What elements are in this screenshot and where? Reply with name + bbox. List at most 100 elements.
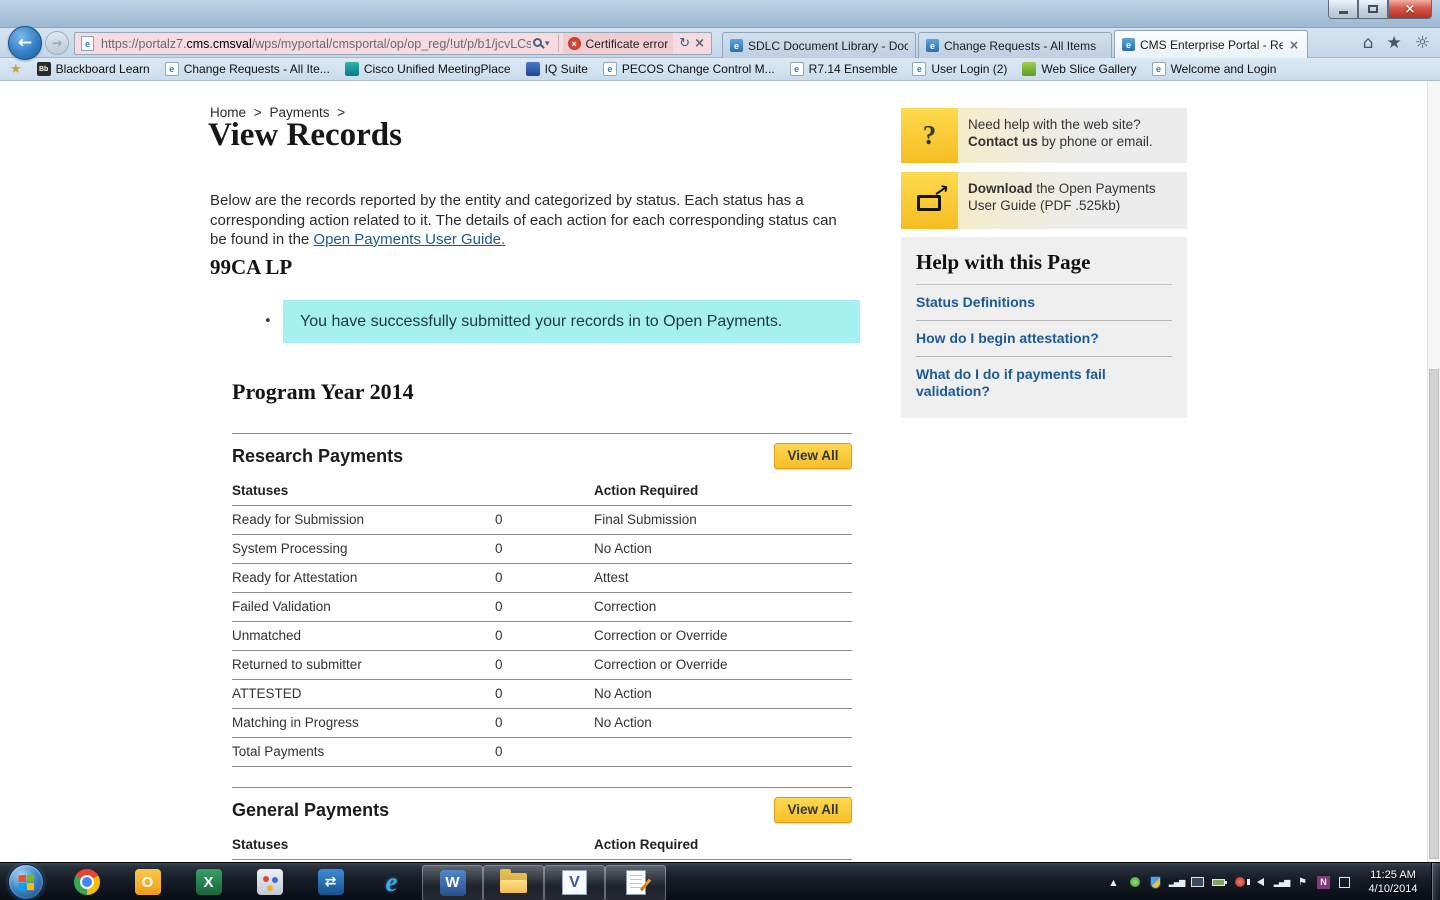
maximize-button[interactable] [1358, 0, 1388, 19]
status-definitions-link[interactable]: Status Definitions [916, 285, 1172, 321]
payments-fail-validation-link[interactable]: What do I do if payments fail validation… [916, 357, 1172, 409]
certificate-error-badge[interactable]: × Certificate error [563, 33, 674, 54]
tray-signal-icon[interactable]: ▂▄▆ [1169, 875, 1184, 890]
refresh-button[interactable]: ↻ [679, 36, 690, 51]
favorite-change-requests[interactable]: e Change Requests - All Ite... [165, 62, 330, 76]
favorite-blackboard[interactable]: Bb Blackboard Learn [37, 62, 150, 76]
tray-monitor-icon[interactable] [1190, 875, 1205, 890]
ie-page-icon: e [790, 62, 804, 76]
taskbar-clock[interactable]: 11:25 AM 4/10/2014 [1359, 868, 1427, 896]
search-icon[interactable] [533, 38, 542, 47]
taskbar-excel-button[interactable]: X [178, 863, 239, 900]
tab-change-requests[interactable]: e Change Requests - All Items [918, 32, 1112, 58]
taskbar-visio-button[interactable]: V [544, 865, 605, 900]
entity-name: 99CA LP [210, 255, 292, 280]
favorite-iq-suite[interactable]: IQ Suite [526, 62, 588, 76]
tray-onenote-icon[interactable]: N [1316, 875, 1331, 890]
tools-button[interactable]: ☼ [1415, 32, 1430, 54]
visio-icon: V [562, 870, 587, 895]
tray-volume-icon[interactable] [1253, 875, 1268, 890]
research-view-all-button[interactable]: View All [774, 443, 852, 469]
section-title: General Payments [232, 800, 852, 821]
program-year-heading: Program Year 2014 [232, 379, 414, 405]
table-row: Returned to submitter 0 Correction or Ov… [232, 651, 852, 680]
minimize-button[interactable] [1328, 0, 1358, 19]
tray-status-icon[interactable] [1127, 875, 1142, 890]
favorite-user-login[interactable]: e User Login (2) [912, 62, 1007, 76]
back-button[interactable]: ← [8, 26, 42, 60]
tab-cms-enterprise-portal[interactable]: e CMS Enterprise Portal - Reg... × [1114, 30, 1308, 58]
web-slice-icon [1022, 62, 1036, 76]
general-view-all-button[interactable]: View All [774, 797, 852, 823]
tab-sdlc-document-library[interactable]: e SDLC Document Library - Doc... [722, 32, 916, 58]
ie-page-icon: e [603, 62, 617, 76]
question-mark-icon: ? [923, 120, 937, 151]
intro-text: Below are the records reported by the en… [210, 191, 850, 250]
vertical-scrollbar[interactable] [1427, 81, 1440, 862]
favorite-web-slice-gallery[interactable]: Web Slice Gallery [1022, 62, 1136, 76]
tray-battery-icon[interactable] [1211, 875, 1226, 890]
tray-action-center-flag-icon[interactable]: ⚑ [1295, 875, 1310, 890]
taskbar-explorer-button[interactable] [483, 865, 544, 900]
start-button[interactable] [8, 864, 44, 900]
home-button[interactable]: ⌂ [1363, 32, 1374, 54]
column-statuses: Statuses [232, 477, 495, 505]
column-action-required: Action Required [594, 831, 852, 859]
table-row: ATTESTED 0 No Action [232, 680, 852, 709]
tray-app-icon[interactable] [1337, 875, 1352, 890]
download-icon-cell: → [901, 172, 958, 229]
show-desktop-button[interactable] [1431, 863, 1440, 900]
tray-show-hidden-icon[interactable]: ▲ [1106, 875, 1121, 890]
taskbar-paint-button[interactable] [239, 863, 300, 900]
taskbar-word-button[interactable]: W [422, 865, 483, 900]
taskbar-communicator-button[interactable]: ⇄ [300, 863, 361, 900]
folder-icon [500, 873, 527, 893]
download-label: Download [968, 181, 1033, 196]
tab-close-icon[interactable]: × [1288, 38, 1300, 52]
section-title: Research Payments [232, 446, 852, 467]
research-payments-section: Research Payments View All Statuses Acti… [232, 433, 852, 767]
begin-attestation-link[interactable]: How do I begin attestation? [916, 321, 1172, 357]
outlook-icon: O [135, 869, 161, 895]
ie-page-icon: e [165, 62, 179, 76]
tab-bar: e SDLC Document Library - Doc... e Chang… [722, 30, 1308, 58]
favorite-welcome-login[interactable]: e Welcome and Login [1152, 62, 1277, 76]
favorites-button[interactable]: ★ [1387, 32, 1402, 54]
tab-favicon-icon: e [1122, 38, 1135, 51]
favorite-label: IQ Suite [545, 62, 588, 76]
table-row: Ready for Submission 0 Final Submission [232, 506, 852, 535]
address-separator [558, 35, 559, 52]
close-button[interactable]: × [1388, 0, 1432, 19]
help-with-page-box: Help with this Page Status Definitions H… [901, 237, 1187, 418]
download-guide-text: Download the Open Payments User Guide (P… [958, 172, 1187, 229]
paint-icon [257, 869, 283, 895]
taskbar: O X ⇄ e W V ▲ ▂▄▆ ▂▄▆ ⚑ N [0, 862, 1440, 900]
favorite-ensemble[interactable]: e R7.14 Ensemble [790, 62, 898, 76]
taskbar-outlook-button[interactable]: O [117, 863, 178, 900]
favorites-bar-icon[interactable]: ★ [10, 62, 22, 77]
taskbar-internet-explorer-button[interactable]: e [361, 863, 422, 900]
scrollbar-thumb[interactable] [1429, 369, 1439, 859]
taskbar-notepad-button[interactable] [605, 865, 666, 900]
success-message: You have successfully submitted your rec… [283, 300, 860, 343]
tray-alert-icon[interactable] [1232, 875, 1247, 890]
tray-security-shield-icon[interactable] [1148, 875, 1163, 890]
address-bar[interactable]: e https://portalz7.cms.cmsval/wps/myport… [74, 32, 712, 55]
table-row: Ready for Attestation 0 Attest [232, 564, 852, 593]
favorite-pecos[interactable]: e PECOS Change Control M... [603, 62, 775, 76]
stop-button[interactable]: × [694, 36, 705, 51]
favorite-label: Web Slice Gallery [1041, 62, 1136, 76]
address-dropdown-icon[interactable]: ▾ [545, 39, 550, 49]
ie-page-icon: e [912, 62, 926, 76]
table-row: System Processing 0 No Action [232, 535, 852, 564]
contact-help-text: Need help with the web site? Contact us … [958, 108, 1187, 163]
user-guide-link[interactable]: Open Payments User Guide. [313, 231, 505, 248]
window-titlebar: × [0, 0, 1440, 28]
column-statuses: Statuses [232, 831, 495, 859]
communicator-icon: ⇄ [318, 869, 344, 895]
download-guide-box[interactable]: → Download the Open Payments User Guide … [901, 172, 1187, 229]
favorite-cisco-meetingplace[interactable]: Cisco Unified MeetingPlace [345, 62, 511, 76]
tray-network-icon[interactable]: ▂▄▆ [1274, 875, 1289, 890]
forward-button[interactable]: → [45, 31, 69, 55]
taskbar-chrome-button[interactable] [56, 863, 117, 900]
